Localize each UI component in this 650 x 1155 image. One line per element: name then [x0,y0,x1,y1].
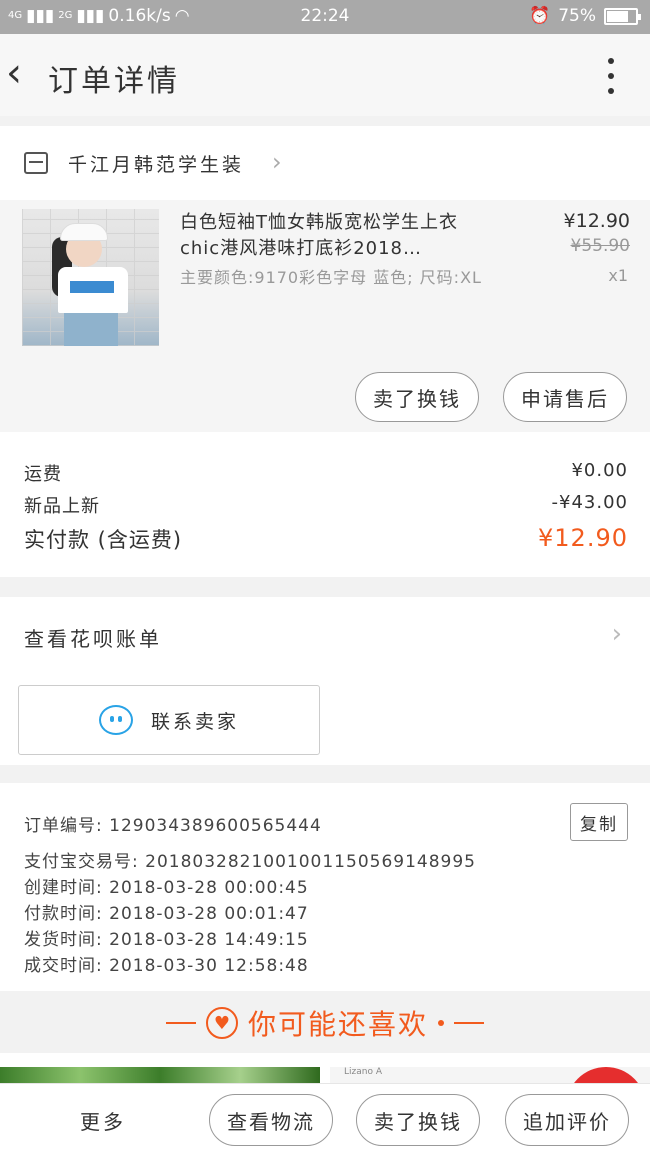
view-logistics-button[interactable]: 查看物流 [209,1094,333,1146]
shipping-label: 运费 [24,464,62,485]
sell-exchange-button[interactable]: 卖了换钱 [355,372,479,422]
product-title[interactable]: 白色短袖T恤女韩版宽松学生上衣chic港风港味打底衫2018… [180,210,496,262]
total-value: ¥12.90 [538,524,628,552]
recommend-heading: ♥ 你可能还喜欢 [0,993,650,1053]
product-original-price: ¥55.90 [570,236,630,256]
new-discount-label: 新品上新 [24,496,100,517]
bottom-action-bar: 更多 查看物流 卖了换钱 追加评价 [0,1083,650,1155]
new-discount-row: 新品上新 -¥43.00 [24,492,628,518]
order-number: 订单编号: 129034389600565444 [24,816,322,836]
more-menu-icon[interactable] [606,58,616,94]
new-discount-value: -¥43.00 [551,492,628,513]
page-title: 订单详情 [48,64,180,99]
fee-summary: 运费 ¥0.00 新品上新 -¥43.00 实付款 (含运费) ¥12.90 [0,432,650,577]
huabei-section: 查看花呗账单 › 联系卖家 [0,597,650,765]
add-review-button[interactable]: 追加评价 [505,1094,629,1146]
heart-icon: ♥ [205,1007,238,1039]
order-info: 订单编号: 129034389600565444 复制 支付宝交易号: 2018… [0,783,650,991]
product-quantity: x1 [608,266,628,285]
shipping-row: 运费 ¥0.00 [24,460,628,486]
product-spec: 主要颜色:9170彩色字母 蓝色; 尺码:XL [180,268,482,287]
wangwang-icon [98,705,133,735]
divider-line [454,1022,484,1024]
battery-percent: 75% [558,6,596,26]
divider-line [165,1022,196,1024]
recommend-title: 你可能还喜欢 [247,1008,428,1041]
completed-time: 成交时间: 2018-03-30 12:58:48 [24,956,309,976]
total-row: 实付款 (含运费) ¥12.90 [24,524,628,554]
product-price: ¥12.90 [563,210,630,232]
alarm-icon: ⏰ [529,6,551,26]
store-row[interactable]: 千江月韩范学生装 › [0,126,650,200]
recommend-image-text: Lizano A [344,1067,382,1077]
more-button[interactable]: 更多 [80,1106,126,1135]
copy-button[interactable]: 复制 [570,803,628,841]
divider-dot [438,1020,444,1026]
recommend-image[interactable] [0,1067,320,1083]
alipay-trade-number: 支付宝交易号: 2018032821001001150569148995 [24,852,476,872]
contact-seller-label: 联系卖家 [150,710,239,733]
paid-time: 付款时间: 2018-03-28 00:01:47 [24,904,309,924]
chevron-right-icon: › [272,148,282,176]
product-item[interactable]: 白色短袖T恤女韩版宽松学生上衣chic港风港味打底衫2018… 主要颜色:917… [0,200,650,432]
after-sale-button[interactable]: 申请售后 [503,372,627,422]
shipping-value: ¥0.00 [571,460,628,481]
store-name: 千江月韩范学生装 [68,154,245,176]
store-icon [24,152,48,174]
total-label: 实付款 (含运费) [24,528,183,552]
status-right: ⏰ 75% [529,6,641,26]
sell-exchange-button-bottom[interactable]: 卖了换钱 [356,1094,480,1146]
chevron-right-icon: › [611,619,622,649]
nav-bar: ‹ 订单详情 [0,34,650,116]
created-time: 创建时间: 2018-03-28 00:00:45 [24,878,309,898]
shipped-time: 发货时间: 2018-03-28 14:49:15 [24,930,309,950]
product-thumbnail[interactable] [22,209,159,346]
battery-icon [604,7,641,25]
back-arrow-icon[interactable]: ‹ [6,52,46,98]
recommend-strip: Lizano A [0,1053,650,1107]
status-bar: 4G ▮▮▮ 2G ▮▮▮ 0.16k/s ◠ 22:24 ⏰ 75% [0,0,650,34]
huabei-bill-link[interactable]: 查看花呗账单 [24,623,162,652]
contact-seller-button[interactable]: 联系卖家 [18,685,320,755]
